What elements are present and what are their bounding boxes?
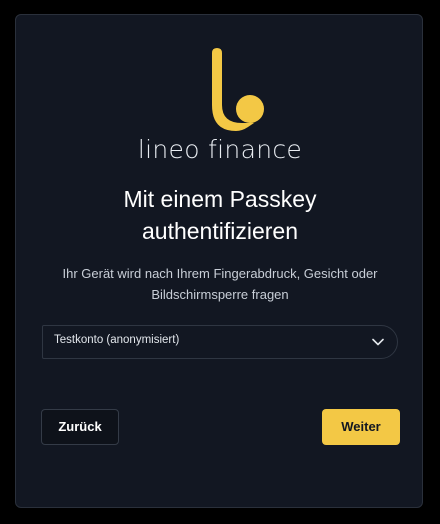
chevron-down-icon [372,338,384,346]
auth-card: lineo finance Mit einem Passkey authenti… [15,14,423,508]
account-select[interactable]: Testkonto (anonymisiert) [42,325,398,359]
account-select-value: Testkonto (anonymisiert) [54,334,180,346]
lineo-logo-icon [212,48,264,131]
page-description: Ihr Gerät wird nach Ihrem Fingerabdruck,… [62,266,378,302]
brand-name: lineo finance [137,135,303,164]
next-button[interactable]: Weiter [322,409,400,445]
back-button[interactable]: Zurück [41,409,119,445]
page-title: Mit einem Passkey authentifizieren [123,186,317,244]
